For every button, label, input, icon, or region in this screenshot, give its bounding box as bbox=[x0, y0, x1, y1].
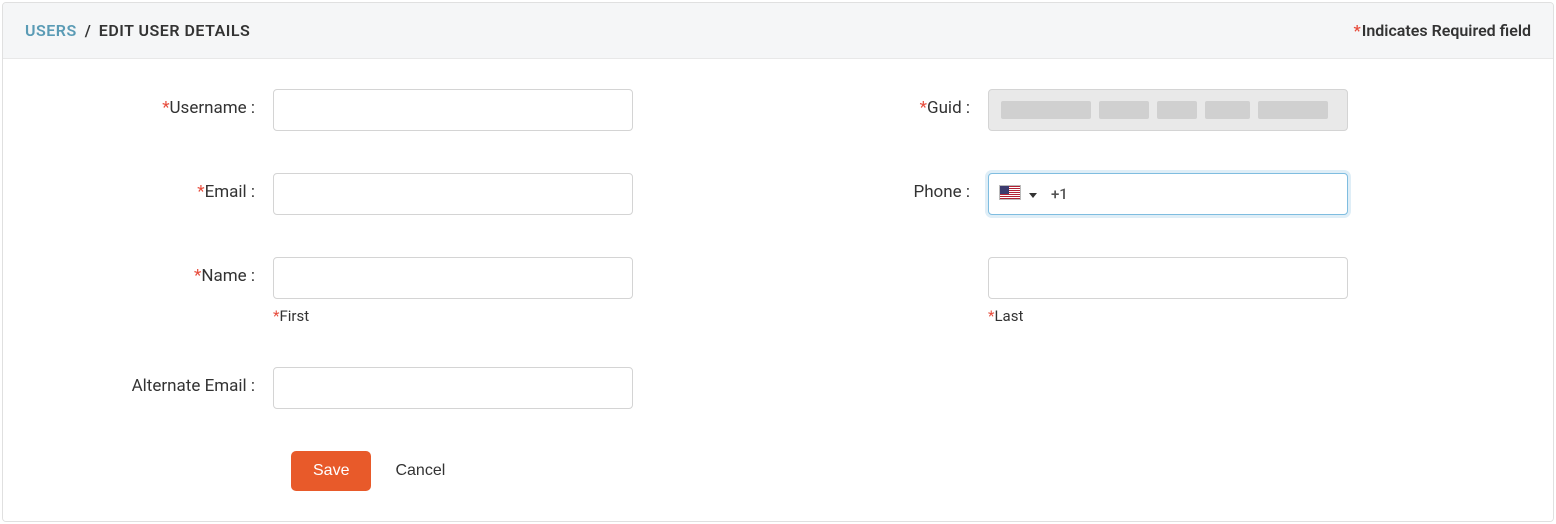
email-label: *Email : bbox=[93, 173, 273, 202]
name-label: *Name : bbox=[93, 257, 273, 286]
form-actions: Save Cancel bbox=[291, 451, 1463, 491]
cancel-button[interactable]: Cancel bbox=[391, 451, 449, 491]
last-name-label-spacer bbox=[808, 257, 988, 266]
save-button[interactable]: Save bbox=[291, 451, 371, 491]
first-sublabel: *First bbox=[273, 307, 633, 325]
first-name-input[interactable] bbox=[273, 257, 633, 299]
username-input[interactable] bbox=[273, 89, 633, 131]
us-flag-icon bbox=[999, 185, 1021, 200]
phone-input-group[interactable]: +1 bbox=[988, 173, 1348, 215]
phone-label: Phone : bbox=[808, 173, 988, 202]
breadcrumb-separator: / bbox=[85, 21, 91, 40]
guid-input bbox=[988, 89, 1348, 131]
phone-prefix: +1 bbox=[1051, 185, 1068, 203]
chevron-down-icon bbox=[1029, 193, 1037, 198]
guid-label: *Guid : bbox=[808, 89, 988, 118]
last-name-input[interactable] bbox=[988, 257, 1348, 299]
username-label: *Username : bbox=[93, 89, 273, 118]
edit-user-panel: USERS / EDIT USER DETAILS *Indicates Req… bbox=[2, 2, 1554, 522]
alternate-email-label: Alternate Email : bbox=[93, 367, 273, 396]
breadcrumb-current: EDIT USER DETAILS bbox=[99, 21, 251, 40]
phone-country-selector[interactable] bbox=[999, 185, 1037, 204]
breadcrumb: USERS / EDIT USER DETAILS bbox=[25, 21, 250, 40]
phone-input[interactable] bbox=[1074, 174, 1337, 214]
breadcrumb-users-link[interactable]: USERS bbox=[25, 21, 77, 40]
last-sublabel: *Last bbox=[988, 307, 1348, 325]
required-field-note: *Indicates Required field bbox=[1354, 21, 1531, 40]
panel-header: USERS / EDIT USER DETAILS *Indicates Req… bbox=[3, 3, 1553, 59]
alternate-email-input[interactable] bbox=[273, 367, 633, 409]
form-area: *Username : *Guid : bbox=[3, 59, 1553, 521]
email-input[interactable] bbox=[273, 173, 633, 215]
